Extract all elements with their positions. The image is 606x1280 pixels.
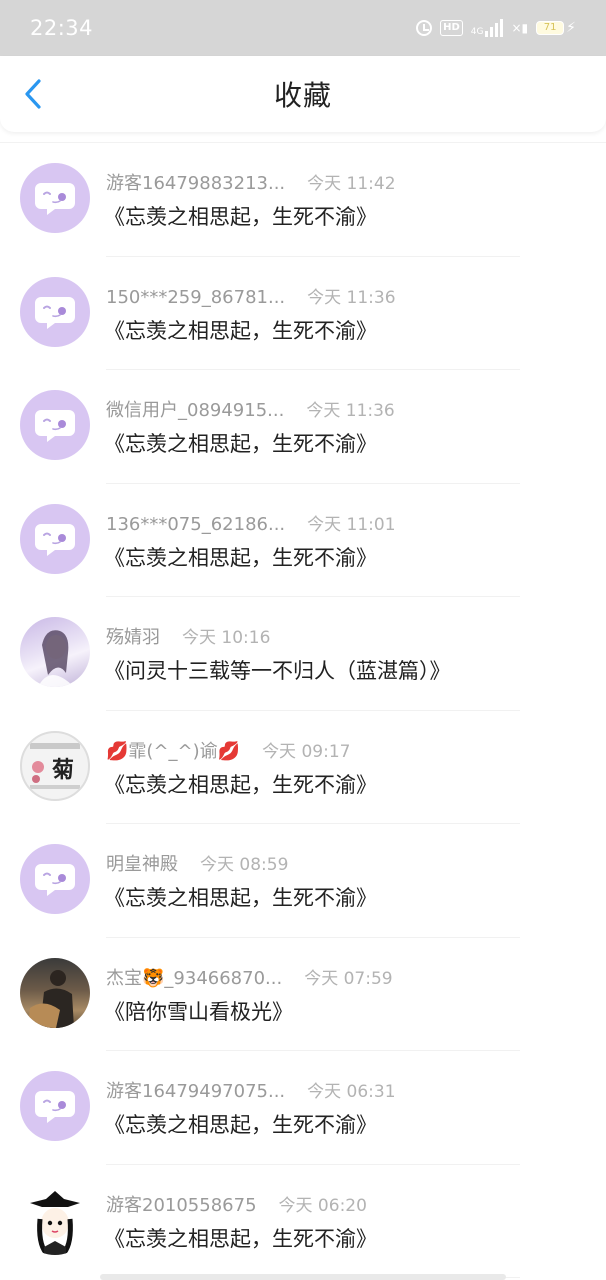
post-time: 今天 08:59 xyxy=(200,855,289,875)
user-name[interactable]: 游客16479883213... xyxy=(106,169,285,195)
story-title[interactable]: 《忘羡之相思起，生死不渝》 xyxy=(104,542,377,572)
avatar-default-chat-icon[interactable] xyxy=(20,1071,90,1141)
avatar-default-chat-icon[interactable] xyxy=(20,390,90,460)
no-signal-icon: ×▮ xyxy=(511,21,529,35)
story-title[interactable]: 《忘羡之相思起，生死不渝》 xyxy=(104,201,377,231)
user-name[interactable]: 微信用户_0894915... xyxy=(106,396,284,422)
user-name[interactable]: 明皇神殿 xyxy=(106,850,178,876)
user-name[interactable]: 霏(^_^)谕 xyxy=(128,737,217,763)
status-bar: 22:34 HD 4G ×▮ 71 ⚡ xyxy=(0,0,606,56)
battery-icon: 71 ⚡ xyxy=(536,20,576,36)
back-button[interactable] xyxy=(20,78,50,110)
story-title[interactable]: 《问灵十三载等一不归人（蓝湛篇）》 xyxy=(104,655,451,685)
list-item[interactable]: 微信用户_0894915... 今天 11:36 《忘羡之相思起，生死不渝》 xyxy=(0,370,606,484)
status-time: 22:34 xyxy=(30,16,94,40)
item-meta: 杰宝🐯_93466870... 今天 07:59 xyxy=(106,964,393,990)
avatar-default-chat-icon[interactable] xyxy=(20,276,90,347)
item-meta: 💋 霏(^_^)谕 💋 今天 09:17 xyxy=(106,737,350,763)
lips-emoji-icon: 💋 xyxy=(217,740,241,762)
story-title[interactable]: 《忘羡之相思起，生死不渝》 xyxy=(104,1109,377,1139)
scroll-indicator xyxy=(100,1274,506,1280)
signal-icon: 4G xyxy=(471,19,504,37)
item-meta: 明皇神殿 今天 08:59 xyxy=(106,850,288,876)
list-item[interactable]: 游客16479497075... 今天 06:31 《忘羡之相思起，生死不渝》 xyxy=(0,1051,606,1165)
story-title[interactable]: 《忘羡之相思起，生死不渝》 xyxy=(104,769,377,799)
item-meta: 游客16479883213... 今天 11:42 xyxy=(106,169,396,195)
item-meta: 150***259_86781... 今天 11:36 xyxy=(106,283,396,308)
list-item[interactable]: 游客2010558675 今天 06:20 《忘羡之相思起，生死不渝》 xyxy=(0,1165,606,1278)
post-time: 今天 11:36 xyxy=(307,287,396,308)
post-time: 今天 11:42 xyxy=(307,174,396,194)
avatar-default-chat-icon[interactable] xyxy=(20,163,90,233)
avatar[interactable]: 菊 xyxy=(20,730,90,801)
story-title[interactable]: 《忘羡之相思起，生死不渝》 xyxy=(104,315,377,345)
network-type-label: 4G xyxy=(470,27,484,37)
list-item[interactable]: 游客16479883213... 今天 11:42 《忘羡之相思起，生死不渝》 xyxy=(0,143,606,257)
alarm-icon xyxy=(416,20,433,36)
list-item[interactable]: 菊 💋 霏(^_^)谕 💋 今天 09:17 《忘羡之相思起，生死不渝》 xyxy=(0,711,606,824)
avatar-text: 菊 xyxy=(52,757,75,783)
item-meta: 微信用户_0894915... 今天 11:36 xyxy=(106,396,395,422)
post-time: 今天 07:59 xyxy=(304,968,393,989)
item-meta: 游客2010558675 今天 06:20 xyxy=(106,1191,367,1217)
item-meta: 殇婧羽 今天 10:16 xyxy=(106,623,270,649)
header: 收藏 xyxy=(0,56,606,132)
post-time: 今天 09:17 xyxy=(262,741,351,762)
post-time: 今天 10:16 xyxy=(182,628,271,648)
story-title[interactable]: 《忘羡之相思起，生死不渝》 xyxy=(104,428,377,458)
lips-emoji-icon: 💋 xyxy=(106,740,129,762)
charging-icon: ⚡ xyxy=(566,20,576,36)
hd-icon: HD xyxy=(440,20,463,36)
user-name[interactable]: 杰宝🐯_93466870... xyxy=(106,964,282,990)
page-title: 收藏 xyxy=(273,79,332,112)
user-name[interactable]: 136***075_62186... xyxy=(106,514,285,535)
list-item[interactable]: 殇婧羽 今天 10:16 《问灵十三载等一不归人（蓝湛篇）》 xyxy=(0,597,606,711)
user-name[interactable]: 游客16479497075... xyxy=(106,1077,285,1103)
post-time: 今天 06:31 xyxy=(307,1082,396,1102)
avatar-default-chat-icon[interactable] xyxy=(20,844,90,914)
favorites-list: 游客16479883213... 今天 11:42 《忘羡之相思起，生死不渝》 15… xyxy=(0,142,606,1278)
user-name[interactable]: 150***259_86781... xyxy=(106,287,285,308)
list-item[interactable]: 136***075_62186... 今天 11:01 《忘羡之相思起，生死不渝》 xyxy=(0,484,606,597)
chevron-left-icon xyxy=(25,79,41,109)
app-screen: 22:34 HD 4G ×▮ 71 ⚡ 收藏 游客16479883213... … xyxy=(0,0,606,1280)
avatar[interactable] xyxy=(20,957,90,1028)
avatar-default-chat-icon[interactable] xyxy=(20,503,90,574)
avatar[interactable] xyxy=(20,1184,90,1255)
post-time: 今天 11:01 xyxy=(307,514,396,535)
story-title[interactable]: 《忘羡之相思起，生死不渝》 xyxy=(104,1223,377,1253)
battery-level: 71 xyxy=(536,21,565,35)
avatar[interactable] xyxy=(20,617,90,687)
item-meta: 游客16479497075... 今天 06:31 xyxy=(106,1077,396,1103)
user-name[interactable]: 殇婧羽 xyxy=(106,623,160,649)
post-time: 今天 06:20 xyxy=(278,1195,367,1216)
item-meta: 136***075_62186... 今天 11:01 xyxy=(106,510,396,535)
list-item[interactable]: 150***259_86781... 今天 11:36 《忘羡之相思起，生死不渝》 xyxy=(0,257,606,370)
list-item[interactable]: 明皇神殿 今天 08:59 《忘羡之相思起，生死不渝》 xyxy=(0,824,606,938)
list-item[interactable]: 杰宝🐯_93466870... 今天 07:59 《陪你雪山看极光》 xyxy=(0,938,606,1051)
user-name[interactable]: 游客2010558675 xyxy=(106,1191,257,1217)
post-time: 今天 11:36 xyxy=(306,401,395,421)
status-icons: HD 4G ×▮ 71 ⚡ xyxy=(416,19,576,37)
story-title[interactable]: 《忘羡之相思起，生死不渝》 xyxy=(104,882,377,912)
story-title[interactable]: 《陪你雪山看极光》 xyxy=(104,996,293,1026)
